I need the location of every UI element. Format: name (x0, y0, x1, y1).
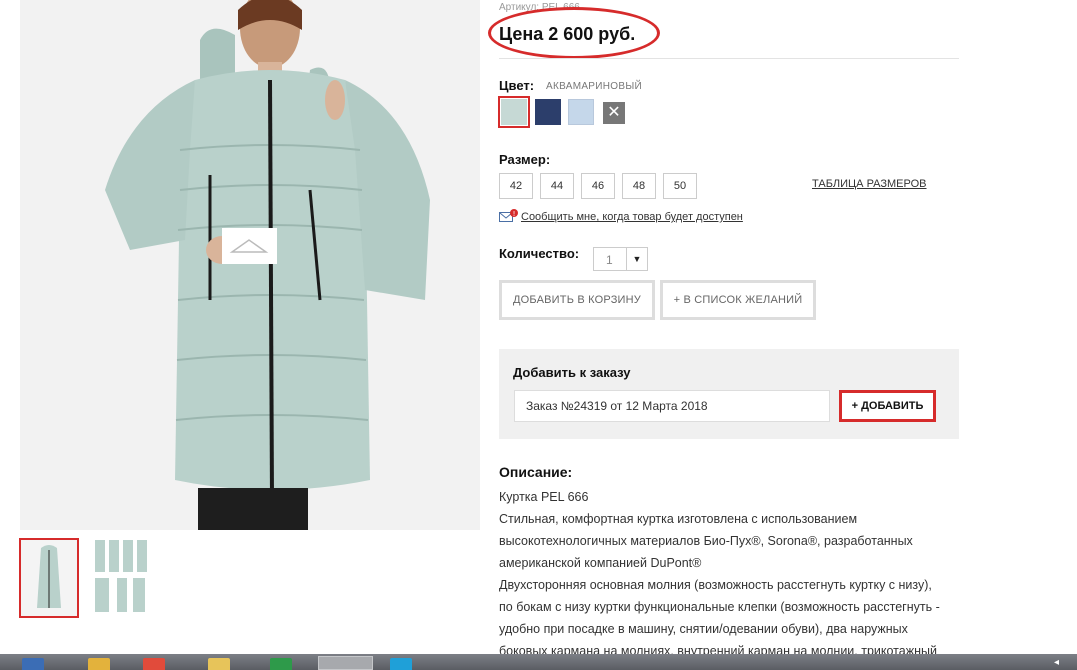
order-select[interactable]: Заказ №24319 от 12 Марта 2018 (514, 390, 830, 422)
price-highlight-circle (488, 7, 660, 59)
color-swatch-light-blue[interactable] (568, 99, 594, 125)
description-line: Куртка PEL 666 (499, 490, 589, 504)
mail-alert-icon: ! (499, 209, 519, 228)
size-label: Размер: (499, 152, 551, 167)
size-option[interactable]: 48 (622, 173, 656, 199)
size-option[interactable]: 50 (663, 173, 697, 199)
order-panel-title: Добавить к заказу (513, 365, 631, 380)
description-title: Описание: (499, 464, 573, 480)
add-to-order-button[interactable]: + ДОБАВИТЬ (839, 390, 936, 422)
size-option[interactable]: 46 (581, 173, 615, 199)
app-icon[interactable] (270, 658, 292, 670)
quantity-label: Количество: (499, 246, 580, 261)
color-label: Цвет: (499, 78, 535, 93)
system-tray[interactable]: ◂ (1054, 657, 1059, 668)
close-icon[interactable]: ✕ (603, 102, 625, 124)
thumbnail-1[interactable] (19, 538, 79, 618)
product-main-image[interactable] (20, 0, 480, 530)
description-line: удобно при посадке в машину, снятии/одев… (499, 622, 908, 636)
description-line: высокотехнологичных материалов Био-Пух®,… (499, 534, 913, 548)
notify-availability-link[interactable]: Сообщить мне, когда товар будет доступен (521, 211, 743, 223)
quantity-value: 1 (606, 253, 613, 267)
svg-text:!: ! (513, 210, 516, 218)
start-icon[interactable] (22, 658, 44, 670)
description-line: Стильная, комфортная куртка изготовлена … (499, 512, 858, 526)
add-to-cart-button[interactable]: ДОБАВИТЬ В КОРЗИНУ (499, 280, 655, 320)
add-to-wishlist-button[interactable]: + В СПИСОК ЖЕЛАНИЙ (660, 280, 816, 320)
chevron-down-icon[interactable]: ▼ (626, 248, 647, 270)
quantity-select[interactable]: 1 ▼ (593, 247, 648, 271)
color-value: АКВАМАРИНОВЫЙ (546, 81, 642, 92)
description-line: американской компанией DuPont® (499, 556, 702, 570)
color-swatch-aquamarine[interactable] (498, 96, 530, 128)
divider (499, 58, 959, 59)
os-taskbar: ◂ (0, 654, 1077, 670)
yandex-icon[interactable] (143, 658, 165, 670)
size-option[interactable]: 44 (540, 173, 574, 199)
description-line: по бокам с низу куртки функциональные кл… (499, 600, 940, 614)
description-line: Двухсторонняя основная молния (возможнос… (499, 578, 932, 592)
skype-icon[interactable] (390, 658, 412, 670)
active-window-button[interactable] (318, 656, 373, 670)
size-table-link[interactable]: ТАБЛИЦА РАЗМЕРОВ (812, 178, 927, 190)
add-to-order-panel: Добавить к заказу Заказ №24319 от 12 Мар… (499, 349, 959, 439)
color-swatch-navy[interactable] (535, 99, 561, 125)
size-option[interactable]: 42 (499, 173, 533, 199)
folder-icon[interactable] (208, 658, 230, 670)
thumbnail-2[interactable] (91, 538, 149, 616)
explorer-icon[interactable] (88, 658, 110, 670)
